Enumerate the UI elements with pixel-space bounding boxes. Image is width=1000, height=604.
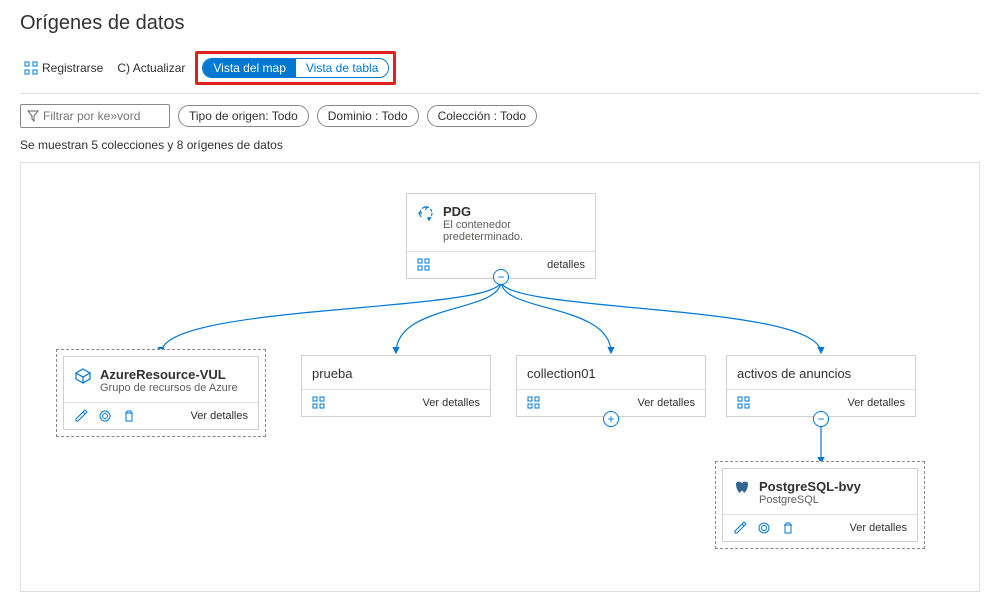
register-label: Registrarse [42, 61, 103, 75]
register-button[interactable]: Registrarse [20, 59, 107, 77]
card-collection01-title: collection01 [527, 366, 596, 381]
view-toggle-highlight: Vista del map Vista de tabla [195, 51, 396, 85]
card-azure-title: AzureResource-VUL [100, 367, 238, 382]
card-azure-details[interactable]: Ver detalles [191, 410, 248, 422]
filter-row: Tipo de origen: Todo Dominio : Todo Cole… [20, 104, 980, 128]
filter-source-type[interactable]: Tipo de origen: Todo [178, 105, 309, 127]
trash-icon[interactable] [781, 521, 795, 535]
card-ads-assets[interactable]: activos de anuncios Ver detalles [726, 355, 916, 417]
grid-small-icon[interactable] [417, 258, 431, 272]
grid-small-icon[interactable] [527, 396, 541, 410]
pencil-icon[interactable] [733, 521, 747, 535]
recycle-icon [417, 204, 435, 222]
pencil-icon[interactable] [74, 409, 88, 423]
card-root-title: PDG [443, 204, 585, 219]
card-prueba-title: prueba [312, 366, 352, 381]
filter-collection[interactable]: Colección : Todo [427, 105, 538, 127]
card-ads-title: activos de anuncios [737, 366, 851, 381]
status-line: Se muestran 5 colecciones y 8 orígenes d… [20, 138, 980, 152]
card-collection01[interactable]: collection01 Ver detalles [516, 355, 706, 417]
scan-icon[interactable] [757, 521, 771, 535]
card-azure-rg[interactable]: AzureResource-VUL Grupo de recursos de A… [56, 349, 266, 437]
view-map-button[interactable]: Vista del map [203, 59, 296, 77]
card-azure-subtitle: Grupo de recursos de Azure [100, 382, 238, 394]
cube-icon [74, 367, 92, 385]
map-canvas[interactable]: PDG El contenedor predeterminado. detall… [20, 162, 980, 592]
card-ads-details[interactable]: Ver detalles [848, 397, 905, 409]
card-postgres-title: PostgreSQL-bvy [759, 479, 861, 494]
scan-icon[interactable] [98, 409, 112, 423]
keyword-filter-input[interactable] [43, 109, 163, 123]
card-prueba-details[interactable]: Ver detalles [423, 397, 480, 409]
card-postgres[interactable]: PostgreSQL-bvy PostgreSQL [715, 461, 925, 549]
toggle-ads-collapse[interactable]: − [813, 411, 829, 427]
card-prueba[interactable]: prueba Ver detalles [301, 355, 491, 417]
toggle-root-collapse[interactable]: − [493, 269, 509, 285]
filter-domain[interactable]: Dominio : Todo [317, 105, 419, 127]
card-postgres-details[interactable]: Ver detalles [850, 522, 907, 534]
card-root-pdg[interactable]: PDG El contenedor predeterminado. detall… [406, 193, 596, 279]
card-postgres-subtitle: PostgreSQL [759, 494, 861, 506]
page-title: Orígenes de datos [20, 12, 980, 35]
card-root-subtitle: El contenedor predeterminado. [443, 219, 585, 243]
grid-small-icon[interactable] [737, 396, 751, 410]
grid-small-icon[interactable] [312, 396, 326, 410]
postgres-icon [733, 479, 751, 497]
toggle-collection01-expand[interactable]: + [603, 411, 619, 427]
filter-icon [27, 110, 39, 122]
refresh-label: C) Actualizar [117, 61, 185, 75]
refresh-button[interactable]: C) Actualizar [113, 59, 189, 77]
card-collection01-details[interactable]: Ver detalles [638, 397, 695, 409]
grid-icon [24, 61, 38, 75]
trash-icon[interactable] [122, 409, 136, 423]
card-root-details[interactable]: detalles [547, 259, 585, 271]
view-table-button[interactable]: Vista de tabla [296, 59, 389, 77]
toolbar: Registrarse C) Actualizar Vista del map … [20, 51, 980, 94]
keyword-filter-wrap[interactable] [20, 104, 170, 128]
